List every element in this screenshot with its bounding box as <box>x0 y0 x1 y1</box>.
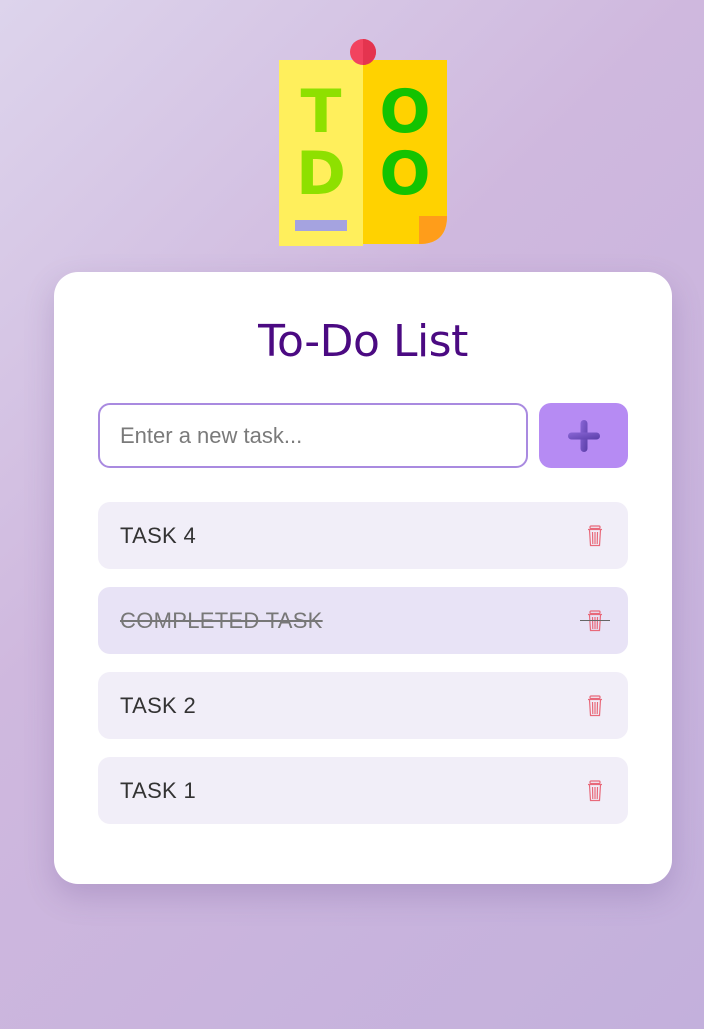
add-task-button[interactable] <box>539 403 628 468</box>
logo-letter-o2: O <box>379 139 430 209</box>
trash-icon <box>588 779 602 801</box>
logo-letter-t: T <box>301 77 342 147</box>
delete-task-button[interactable] <box>584 523 606 549</box>
delete-task-button[interactable] <box>580 608 610 634</box>
task-item[interactable]: TASK 4 <box>98 502 628 569</box>
task-label[interactable]: TASK 2 <box>120 693 584 719</box>
new-task-input[interactable] <box>98 403 528 468</box>
delete-task-button[interactable] <box>584 778 606 804</box>
trash-icon <box>588 694 602 716</box>
logo-letter-d: D <box>296 139 346 209</box>
todo-card: To-Do List TASK 4 <box>54 272 672 884</box>
task-label[interactable]: TASK 4 <box>120 523 584 549</box>
task-list: TASK 4 COMPLETED TASK TASK 2 TASK 1 <box>98 502 628 842</box>
plus-icon <box>567 419 600 452</box>
task-item[interactable]: TASK 2 <box>98 672 628 739</box>
task-item[interactable]: TASK 1 <box>98 757 628 824</box>
logo-letter-o1: O <box>379 77 430 147</box>
trash-icon <box>588 524 602 546</box>
page-title: To-Do List <box>258 316 468 367</box>
todo-logo: T O D O <box>279 39 447 246</box>
task-label[interactable]: COMPLETED TASK <box>120 608 584 634</box>
trash-icon <box>588 609 602 631</box>
task-item-completed[interactable]: COMPLETED TASK <box>98 587 628 654</box>
task-label[interactable]: TASK 1 <box>120 778 584 804</box>
delete-task-button[interactable] <box>584 693 606 719</box>
